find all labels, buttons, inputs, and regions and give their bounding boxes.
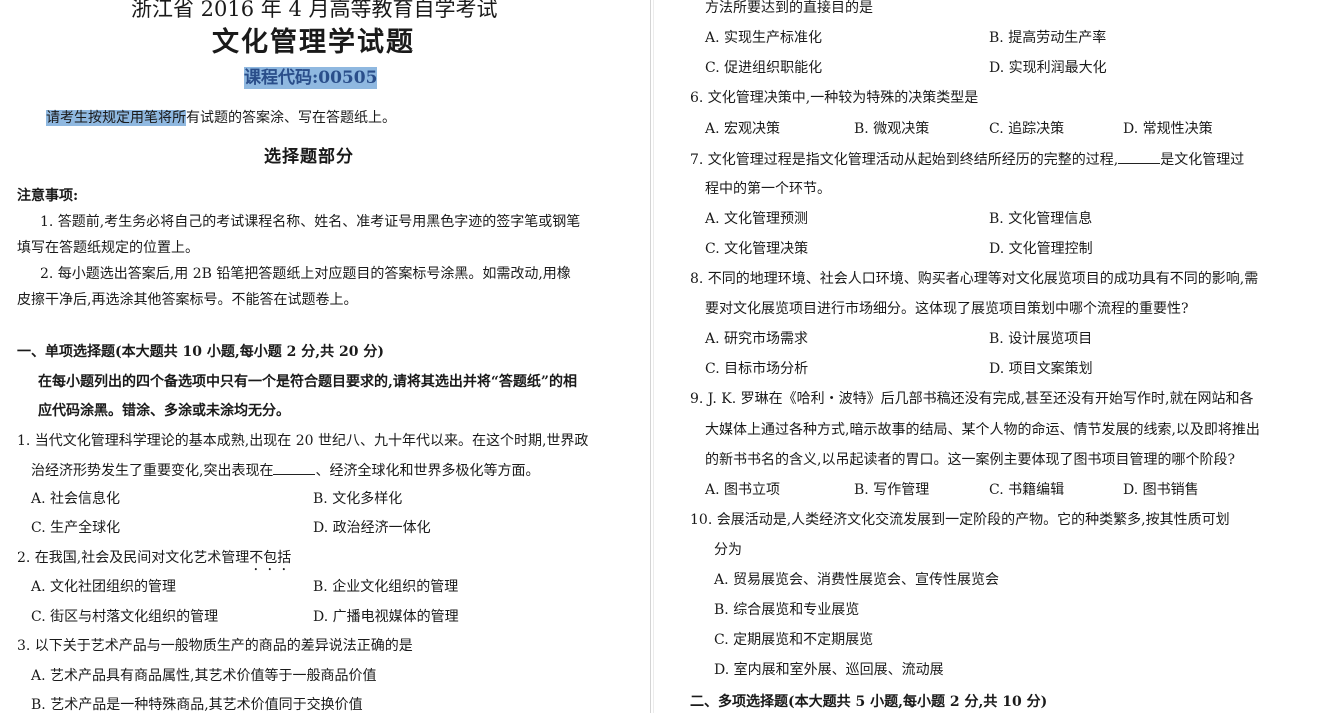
notice-2-line2: 皮擦干净后,再选涂其他答案标号。不能答在试题卷上。 <box>17 292 358 308</box>
q6-option-c: C. 追踪决策 <box>989 121 1065 137</box>
q2-option-a: A. 文化社团组织的管理 <box>31 579 177 595</box>
notice-1-line1: 1. 答题前,考生务必将自己的考试课程名称、姓名、准考证号用黑色字迹的签字笔或钢… <box>40 214 581 230</box>
q3-option-a: A. 艺术产品具有商品属性,其艺术价值等于一般商品价值 <box>31 668 377 684</box>
q7-option-d: D. 文化管理控制 <box>989 241 1093 257</box>
q7-option-b: B. 文化管理信息 <box>989 211 1093 227</box>
q10-option-b: B. 综合展览和专业展览 <box>714 602 860 618</box>
q8-option-d: D. 项目文案策划 <box>989 361 1093 377</box>
q5-option-a: A. 实现生产标准化 <box>705 30 823 46</box>
page-divider <box>650 0 651 713</box>
q5-stem-tail: 方法所要达到的直接目的是 <box>705 0 873 16</box>
part1-heading: 一、单项选择题(本大题共 10 小题,每小题 2 分,共 20 分) <box>17 344 384 360</box>
instruction-highlight: 请考生按规定用笔将所 <box>46 110 186 126</box>
q1-option-a: A. 社会信息化 <box>31 491 121 507</box>
q10-option-c: C. 定期展览和不定期展览 <box>714 632 874 648</box>
left-page: 浙江省 2016 年 4 月高等教育自学考试 文化管理学试题 课程代码:0050… <box>0 0 648 713</box>
notice-1-line2: 填写在答题纸规定的位置上。 <box>17 240 199 256</box>
q3-option-b: B. 艺术产品是一种特殊商品,其艺术价值同于交换价值 <box>31 697 363 713</box>
instruction-rest: 有试题的答案涂、写在答题纸上。 <box>186 110 396 126</box>
q1-line2: 治经济形势发生了重要变化,突出表现在 、经济全球化和世界多极化等方面。 <box>31 460 539 481</box>
section-title: 选择题部分 <box>264 147 354 167</box>
q7-blank <box>1118 149 1161 164</box>
q7-line2: 程中的第一个环节。 <box>705 181 831 197</box>
q1-option-d: D. 政治经济一体化 <box>313 520 431 536</box>
q6-option-a: A. 宏观决策 <box>705 121 781 137</box>
q2-option-c: C. 街区与村落文化组织的管理 <box>31 609 219 625</box>
q9-line2: 大媒体上通过各种方式,暗示故事的结局、某个人物的命运、情节发展的线索,以及即将推… <box>705 422 1260 438</box>
q5-option-c: C. 促进组织职能化 <box>705 60 823 76</box>
q2-stem-text: 2. 在我国,社会及民间对文化艺术管理 <box>17 550 250 566</box>
q7-line1: 7. 文化管理过程是指文化管理活动从起始到终结所经历的完整的过程, 是文化管理过 <box>690 149 1244 170</box>
q9-line3: 的新书书名的含义,以吊起读者的胃口。这一案例主要体现了图书项目管理的哪个阶段? <box>705 452 1235 468</box>
q10-line1: 10. 会展活动是,人类经济文化交流发展到一定阶段的产物。它的种类繁多,按其性质… <box>690 512 1230 528</box>
q6-option-b: B. 微观决策 <box>854 121 930 137</box>
q7-line1-end: 是文化管理过 <box>1160 152 1245 168</box>
part1-desc-line1: 在每小题列出的四个备选项中只有一个是符合题目要求的,请将其选出并将“答题纸”的相 <box>38 374 577 390</box>
q3-stem: 3. 以下关于艺术产品与一般物质生产的商品的差异说法正确的是 <box>17 638 413 654</box>
part2-heading: 二、多项选择题(本大题共 5 小题,每小题 2 分,共 10 分) <box>690 694 1048 710</box>
notice-2-line1: 2. 每小题选出答案后,用 2B 铅笔把答题纸上对应题目的答案标号涂黑。如需改动… <box>40 266 571 282</box>
q6-stem: 6. 文化管理决策中,一种较为特殊的决策类型是 <box>690 90 979 106</box>
q9-option-d: D. 图书销售 <box>1123 482 1199 498</box>
q8-option-b: B. 设计展览项目 <box>989 331 1093 347</box>
part1-desc-line2: 应代码涂黑。错涂、多涂或未涂均无分。 <box>38 403 290 419</box>
q10-option-d: D. 室内展和室外展、巡回展、流动展 <box>714 662 944 678</box>
q9-option-a: A. 图书立项 <box>705 482 781 498</box>
q8-line2: 要对文化展览项目进行市场细分。这体现了展览项目策划中哪个流程的重要性? <box>705 301 1189 317</box>
q1-blank <box>273 460 316 475</box>
q6-option-d: D. 常规性决策 <box>1123 121 1213 137</box>
q9-option-c: C. 书籍编辑 <box>989 482 1065 498</box>
q9-option-b: B. 写作管理 <box>854 482 930 498</box>
exam-title: 文化管理学试题 <box>212 27 415 58</box>
q2-stem-emphasis: 不包括 <box>249 550 292 566</box>
q1-line2-end: 、经济全球化和世界多极化等方面。 <box>315 463 540 479</box>
q1-line1: 1. 当代文化管理科学理论的基本成熟,出现在 20 世纪八、九十年代以来。在这个… <box>17 433 589 449</box>
q5-option-b: B. 提高劳动生产率 <box>989 30 1107 46</box>
exam-title-line1: 浙江省 2016 年 4 月高等教育自学考试 <box>131 0 498 21</box>
q9-line1: 9. J. K. 罗琳在《哈利・波特》后几部书稿还没有完成,甚至还没有开始写作时… <box>690 391 1254 407</box>
q2-option-d: D. 广播电视媒体的管理 <box>313 609 459 625</box>
q7-option-a: A. 文化管理预测 <box>705 211 809 227</box>
q2-stem: 2. 在我国,社会及民间对文化艺术管理不包括 <box>17 548 291 574</box>
right-page: 方法所要达到的直接目的是 A. 实现生产标准化 B. 提高劳动生产率 C. 促进… <box>654 0 1332 713</box>
instruction: 请考生按规定用笔将所有试题的答案涂、写在答题纸上。 <box>46 108 396 128</box>
q8-option-c: C. 目标市场分析 <box>705 361 809 377</box>
q1-option-b: B. 文化多样化 <box>313 491 403 507</box>
q8-option-a: A. 研究市场需求 <box>705 331 809 347</box>
q2-option-b: B. 企业文化组织的管理 <box>313 579 459 595</box>
q1-line2-start: 治经济形势发生了重要变化,突出表现在 <box>31 463 274 479</box>
q8-line1: 8. 不同的地理环境、社会人口环境、购买者心理等对文化展览项目的成功具有不同的影… <box>690 271 1259 287</box>
q7-option-c: C. 文化管理决策 <box>705 241 809 257</box>
q1-option-c: C. 生产全球化 <box>31 520 121 536</box>
q10-option-a: A. 贸易展览会、消费性展览会、宣传性展览会 <box>714 572 1000 588</box>
q5-option-d: D. 实现利润最大化 <box>989 60 1107 76</box>
q7-line1-start: 7. 文化管理过程是指文化管理活动从起始到终结所经历的完整的过程, <box>690 152 1119 168</box>
q10-line2: 分为 <box>714 542 742 558</box>
notice-title: 注意事项: <box>17 188 79 204</box>
course-code: 课程代码:00505 <box>244 67 378 89</box>
